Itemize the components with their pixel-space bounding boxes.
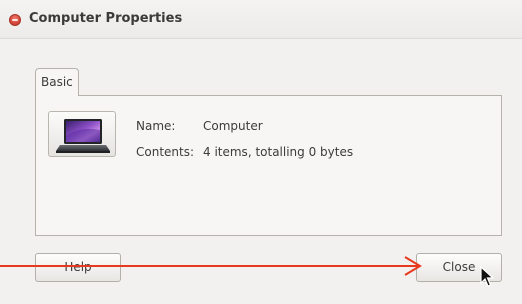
contents-label: Contents: [136, 145, 195, 159]
help-button[interactable]: Help [35, 253, 121, 282]
name-value: Computer [203, 119, 263, 133]
window-title: Computer Properties [29, 11, 183, 26]
title-bar: Computer Properties [0, 0, 522, 39]
tab-basic[interactable]: Basic [35, 68, 79, 96]
close-window-icon[interactable] [9, 14, 21, 26]
computer-icon-button[interactable] [48, 111, 116, 157]
mouse-pointer-icon [480, 266, 494, 287]
name-label: Name: [136, 119, 176, 133]
laptop-icon [56, 119, 110, 153]
properties-dialog: Computer Properties Basic Name: Computer… [0, 0, 522, 304]
contents-value: 4 items, totalling 0 bytes [203, 145, 354, 159]
